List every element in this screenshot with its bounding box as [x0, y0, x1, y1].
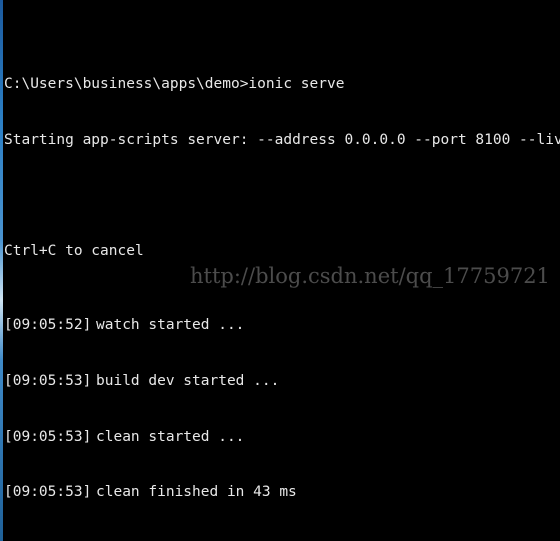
log-row: [09:05:53] clean started ... — [4, 429, 560, 447]
log-message: clean finished in 43 ms — [96, 484, 297, 501]
log-message: build dev started ... — [96, 372, 280, 389]
log-message: clean started ... — [96, 428, 245, 445]
log-timestamp: [09:05:53] — [4, 484, 92, 501]
terminal-window: C:\Users\business\apps\demo>ionic serve … — [0, 0, 560, 541]
cancel-hint-line: Ctrl+C to cancel — [4, 242, 144, 259]
console-output-surface[interactable]: C:\Users\business\apps\demo>ionic serve … — [4, 0, 560, 541]
log-timestamp: [09:05:52] — [4, 317, 92, 334]
prompt-command-line: C:\Users\business\apps\demo>ionic serve — [4, 76, 345, 92]
log-timestamp: [09:05:53] — [4, 372, 92, 389]
log-message: watch started ... — [96, 317, 245, 334]
log-row: [09:05:53] build dev started ... — [4, 373, 560, 391]
log-row: [09:05:52] watch started ... — [4, 317, 560, 335]
log-row: [09:05:53] clean finished in 43 ms — [4, 484, 560, 502]
log-timestamp: [09:05:53] — [4, 428, 92, 445]
console-line-list: C:\Users\business\apps\demo>ionic serve … — [4, 19, 560, 541]
window-left-border — [0, 0, 4, 541]
server-startup-line: Starting app-scripts server: --address 0… — [4, 131, 560, 148]
